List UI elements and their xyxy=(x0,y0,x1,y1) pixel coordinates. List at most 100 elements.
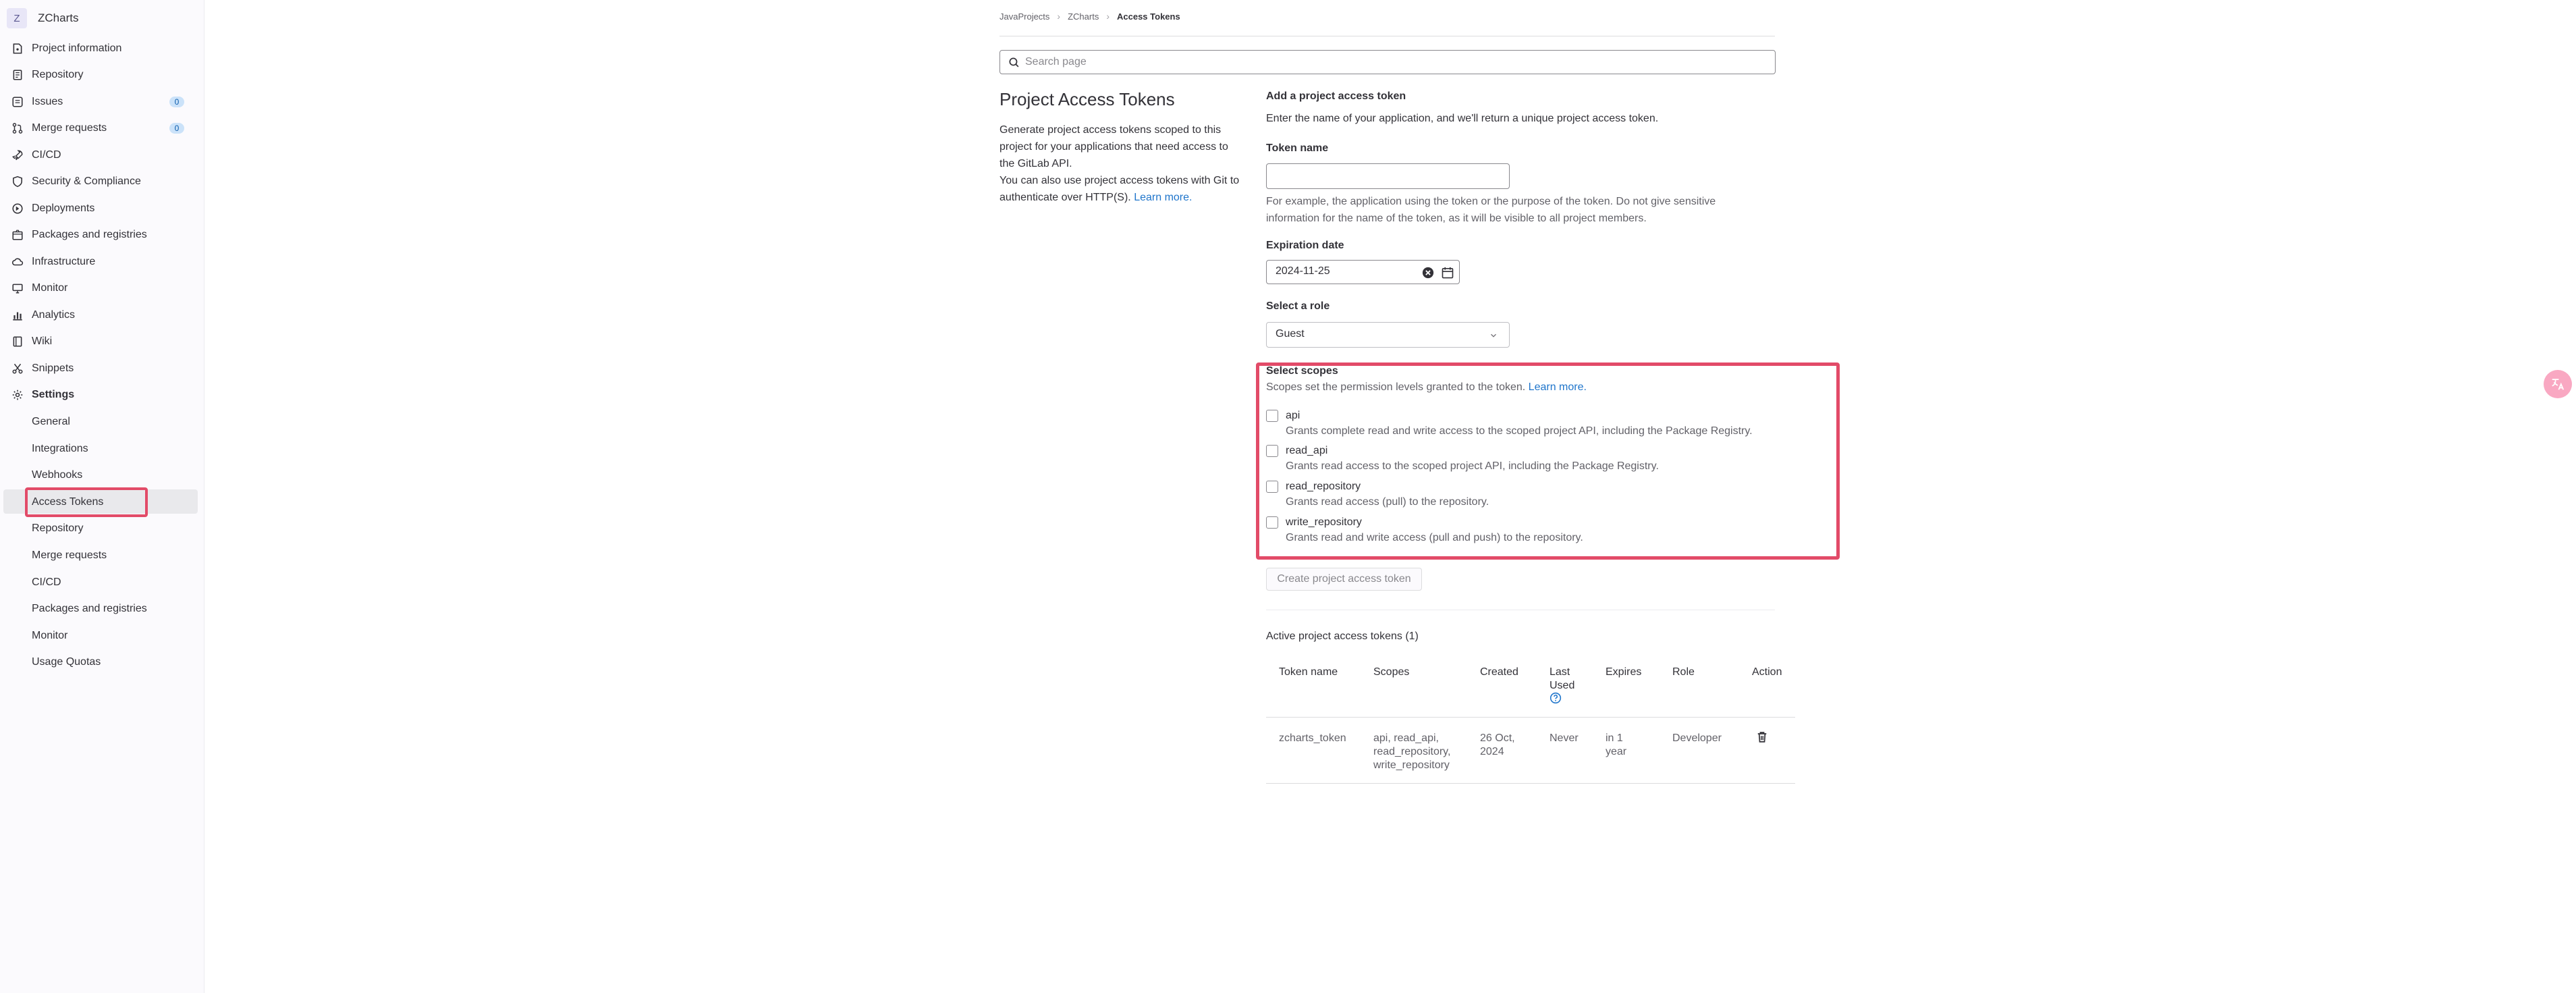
highlight-box-scopes xyxy=(1256,363,1840,560)
trash-icon[interactable] xyxy=(1755,730,1769,744)
sidebar-item-settings[interactable]: Settings xyxy=(0,385,196,405)
page-description-text-2: You can also use project access tokens w… xyxy=(999,175,1240,203)
expiration-date-input[interactable]: 2024-11-25 xyxy=(1266,260,1460,284)
translate-icon xyxy=(2552,379,2565,390)
table-divider xyxy=(1266,783,1795,784)
floating-assistant-button[interactable] xyxy=(2544,370,2572,398)
project-name: ZCharts xyxy=(38,11,79,24)
sidebar-item-repository[interactable]: Repository xyxy=(0,65,196,85)
sidebar-item-cicd[interactable]: CI/CD xyxy=(0,145,196,165)
token-name-help: For example, the application using the t… xyxy=(1266,196,1716,224)
token-scopes-cell: api, read_api, read_repository, write_re… xyxy=(1373,732,1451,771)
token-name-label: Token name xyxy=(1266,142,1329,154)
column-header: Created xyxy=(1480,666,1518,678)
monitor-icon xyxy=(11,281,24,295)
chevron-right-icon: › xyxy=(1106,11,1109,22)
sidebar-item-label: Project information xyxy=(32,43,122,54)
project-icon xyxy=(11,42,24,55)
column-header: Last Used xyxy=(1550,666,1575,691)
search-icon xyxy=(1009,57,1019,67)
sidebar-sub-usage-quotas[interactable]: Usage Quotas xyxy=(32,652,101,672)
shield-icon xyxy=(11,175,24,188)
merge-request-icon xyxy=(11,122,24,135)
page-description: Generate project access tokens scoped to… xyxy=(999,122,1242,206)
deployments-icon xyxy=(11,202,24,215)
page-title: Project Access Tokens xyxy=(999,89,1175,109)
sidebar-item-label: Snippets xyxy=(32,363,74,374)
role-select[interactable]: Guest xyxy=(1266,322,1510,348)
question-icon[interactable] xyxy=(1550,692,1562,704)
token-role-cell: Developer xyxy=(1672,732,1722,744)
calendar-icon[interactable] xyxy=(1441,266,1454,279)
sidebar-item-issues[interactable]: Issues 0 xyxy=(0,92,196,112)
sidebar-item-label: Monitor xyxy=(32,282,68,294)
breadcrumb-current[interactable]: Access Tokens xyxy=(1117,11,1180,22)
sidebar-item-project-information[interactable]: Project information xyxy=(0,38,196,59)
search-placeholder: Search page xyxy=(1025,56,1087,68)
sidebar-item-label: Packages and registries xyxy=(32,229,147,240)
sidebar-item-label: Security & Compliance xyxy=(32,176,141,187)
sidebar-sub-repository[interactable]: Repository xyxy=(32,518,83,539)
rocket-icon xyxy=(11,149,24,162)
breadcrumb: JavaProjects › ZCharts › Access Tokens xyxy=(999,11,1180,22)
sidebar-item-label: CI/CD xyxy=(32,149,61,161)
token-created-cell: 26 Oct, 2024 xyxy=(1480,732,1515,757)
sidebar-sub-packages[interactable]: Packages and registries xyxy=(32,599,147,619)
column-header: Action xyxy=(1752,666,1782,678)
settings-icon xyxy=(11,388,24,402)
expiration-label: Expiration date xyxy=(1266,240,1344,251)
sidebar-item-label: Merge requests xyxy=(32,122,107,134)
sidebar-item-wiki[interactable]: Wiki xyxy=(0,331,196,352)
breadcrumb-item[interactable]: JavaProjects xyxy=(999,11,1049,22)
merge-requests-count-badge: 0 xyxy=(169,123,184,134)
sidebar-item-analytics[interactable]: Analytics xyxy=(0,305,196,325)
token-name-input[interactable] xyxy=(1266,163,1510,189)
snippet-icon xyxy=(11,362,24,375)
sidebar-item-deployments[interactable]: Deployments xyxy=(0,198,196,219)
highlight-box-access-tokens xyxy=(25,487,148,517)
token-expires-cell: in 1 year xyxy=(1606,732,1627,757)
create-token-button[interactable]: Create project access token xyxy=(1266,568,1422,591)
sidebar-sub-cicd[interactable]: CI/CD xyxy=(32,572,61,593)
sidebar-sub-integrations[interactable]: Integrations xyxy=(32,439,88,459)
sidebar: Z ZCharts Project information Repository… xyxy=(0,0,204,993)
sidebar-item-label: Analytics xyxy=(32,309,76,321)
project-avatar: Z xyxy=(7,8,27,28)
issues-icon xyxy=(11,95,24,109)
sidebar-sub-merge-requests[interactable]: Merge requests xyxy=(32,545,107,566)
sidebar-item-label: Infrastructure xyxy=(32,256,96,267)
sidebar-item-merge-requests[interactable]: Merge requests 0 xyxy=(0,118,196,138)
column-header: Role xyxy=(1672,666,1695,678)
active-tokens-heading: Active project access tokens (1) xyxy=(1266,630,1419,642)
column-header: Scopes xyxy=(1373,666,1410,678)
sidebar-sub-webhooks[interactable]: Webhooks xyxy=(32,465,82,485)
sidebar-item-label: Repository xyxy=(32,69,84,80)
sidebar-item-label: Settings xyxy=(32,389,75,400)
chevron-right-icon: › xyxy=(1057,11,1061,22)
chart-icon xyxy=(11,308,24,322)
breadcrumb-item[interactable]: ZCharts xyxy=(1068,11,1099,22)
package-icon xyxy=(11,228,24,242)
role-label: Select a role xyxy=(1266,300,1330,312)
clear-icon[interactable] xyxy=(1421,266,1435,279)
sidebar-item-snippets[interactable]: Snippets xyxy=(0,358,196,379)
issues-count-badge: 0 xyxy=(169,97,184,107)
form-heading: Add a project access token xyxy=(1266,90,1406,102)
sidebar-item-label: Wiki xyxy=(32,336,53,347)
chevron-down-icon xyxy=(1491,333,1496,338)
learn-more-link[interactable]: Learn more. xyxy=(1134,192,1192,203)
sidebar-item-infrastructure[interactable]: Infrastructure xyxy=(0,252,196,272)
expiration-date-value: 2024-11-25 xyxy=(1276,265,1330,277)
book-icon xyxy=(11,335,24,348)
sidebar-sub-monitor[interactable]: Monitor xyxy=(32,626,67,646)
project-header[interactable]: Z ZCharts xyxy=(7,7,78,30)
table-divider xyxy=(1266,717,1795,718)
form-intro: Enter the name of your application, and … xyxy=(1266,113,1659,124)
sidebar-item-security[interactable]: Security & Compliance xyxy=(0,171,196,192)
search-input[interactable]: Search page xyxy=(999,50,1776,74)
sidebar-sub-general[interactable]: General xyxy=(32,412,70,432)
token-name-cell: zcharts_token xyxy=(1279,732,1346,744)
sidebar-item-packages[interactable]: Packages and registries xyxy=(0,225,196,245)
sidebar-item-monitor[interactable]: Monitor xyxy=(0,278,196,298)
column-header: Expires xyxy=(1606,666,1642,678)
